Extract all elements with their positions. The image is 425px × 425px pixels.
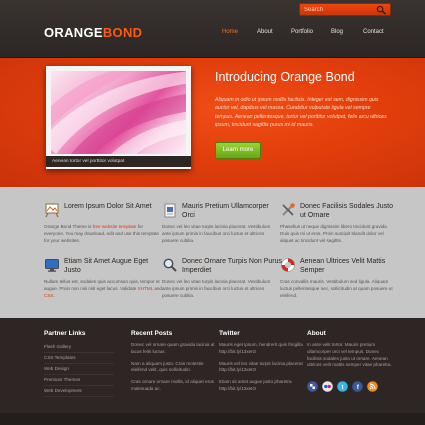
nav-blog[interactable]: Blog [331, 29, 343, 35]
monitor-icon [45, 259, 59, 272]
hero-image-caption: Aenean tortor vel porttitor volutpat [46, 156, 191, 167]
lifebuoy-icon [281, 258, 295, 272]
search-icon[interactable] [376, 5, 387, 15]
footer-bottom-bar [0, 413, 425, 425]
header: ORANGEBOND Home About Portfolio Blog Con… [0, 0, 425, 58]
feature-description: Phasellus ut neque dignissim libero tinc… [280, 224, 389, 243]
tools-icon [282, 203, 295, 216]
twitter-heading: Twitter [219, 330, 240, 337]
about-text: In ante velit tortor. Mauris pretium ull… [307, 342, 392, 368]
partner-link[interactable]: Web Design [44, 364, 114, 375]
tweet[interactable]: Mauris vel leo vitae turpis lacinia plac… [219, 361, 307, 375]
partner-link[interactable]: Premium Themes [44, 375, 114, 386]
svg-text:t: t [342, 385, 344, 391]
partner-links-column: Partner Links Flash Gallery CSS Template… [44, 330, 114, 397]
nav-about[interactable]: About [257, 29, 273, 35]
feature-title: Donec Facilisis Sodales Justo ut Ornare [300, 203, 393, 219]
recent-posts-column: Recent Posts Donec vel ornare quam gravi… [131, 330, 219, 398]
twitter-column: Twitter Mauris eget ipsum, hendrerit qui… [219, 330, 307, 398]
free-template-link[interactable]: free website template [93, 224, 137, 229]
recent-posts-heading: Recent Posts [131, 330, 173, 337]
tweet[interactable]: Mauris eget ipsum, hendrerit quis fringi… [219, 342, 307, 356]
learn-more-button[interactable]: Learn more [215, 142, 261, 159]
feature-title: Etiam Sit Amet Augue Eget Justo [64, 258, 149, 274]
hero-image [51, 71, 186, 154]
recent-post[interactable]: Cras ornare ornare mollis, id aliquet er… [131, 379, 219, 393]
twitter-icon[interactable]: t [337, 381, 348, 392]
about-heading: About [307, 330, 326, 337]
hero-image-frame [46, 66, 191, 169]
xhtml-link[interactable]: XHTML [138, 286, 153, 291]
document-icon [164, 203, 176, 218]
feature-title: Aenean Ultrices Velit Mattis Semper [300, 258, 386, 274]
partner-links-heading: Partner Links [44, 330, 86, 337]
nav-portfolio[interactable]: Portfolio [291, 29, 313, 35]
search-box [299, 3, 391, 16]
feature-title: Lorem Ipsum Dolor Sit Amet [64, 203, 152, 210]
flickr-icon[interactable] [322, 381, 333, 392]
main-nav: Home About Portfolio Blog Contact [0, 29, 425, 39]
feature-description: Donec vel leo vitae turpis lacinia place… [162, 279, 271, 298]
easel-icon [45, 203, 59, 218]
nav-contact[interactable]: Contact [363, 29, 384, 35]
about-column: About In ante velit tortor. Mauris preti… [307, 330, 395, 374]
feature-description: Nullam tellus est, sodales quis accumsan… [44, 279, 162, 298]
feature-description: Donec vel leo vitae turpis lacinia place… [162, 224, 271, 243]
search-input[interactable] [304, 5, 374, 15]
feature-description: Cras convallis mauris. Vestibulum sed li… [280, 279, 393, 298]
facebook-icon[interactable]: f [352, 381, 363, 392]
partner-link[interactable]: CSS Templates [44, 353, 114, 364]
recent-post[interactable]: Nam a aliquam justo. Cras molestie eleif… [131, 361, 219, 375]
partner-link[interactable]: Flash Gallery [44, 342, 114, 353]
rss-icon[interactable] [367, 381, 378, 392]
hero-description: Aliquam in odio ut ipsum mollis facilisi… [215, 97, 387, 129]
feature-title: Donec Ornare Turpis Non Purus Imperdiet [182, 258, 282, 274]
feature-description: Orange Bond Theme is free website templa… [44, 224, 159, 243]
hero-title: Introducing Orange Bond [215, 70, 355, 84]
feature-title: Mauris Pretium Ullamcorper Orci [182, 203, 269, 219]
recent-post[interactable]: Donec vel ornare quam gravida lacinia at… [131, 342, 219, 356]
delicious-icon[interactable] [307, 381, 318, 392]
nav-home[interactable]: Home [222, 29, 238, 35]
tweet[interactable]: Etiam sit amet augue justo pharetra http… [219, 379, 307, 393]
partner-link[interactable]: Web Development [44, 386, 114, 397]
search-icon [163, 258, 177, 272]
